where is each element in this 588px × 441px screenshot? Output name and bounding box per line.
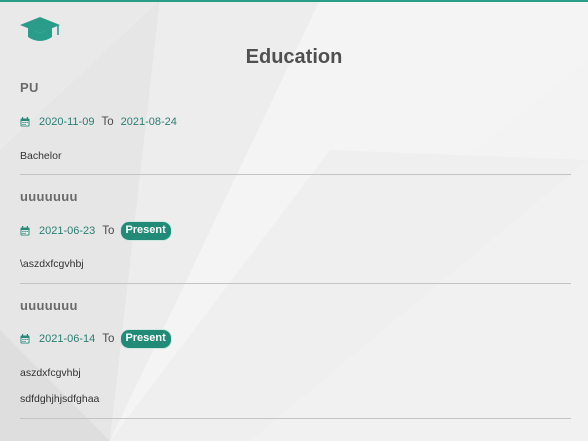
calendar-icon <box>20 117 30 127</box>
to-label: To <box>102 333 115 345</box>
institution-name: uuuuuuu <box>20 298 78 313</box>
top-accent-rule <box>0 0 588 2</box>
graduation-cap-icon <box>20 17 60 41</box>
start-date: 2021-06-23 <box>39 225 96 237</box>
date-range: 2021-06-14 To Present <box>20 329 171 349</box>
end-date: 2021-08-24 <box>120 116 177 128</box>
calendar-icon <box>20 226 30 236</box>
present-badge: Present <box>121 222 171 240</box>
description-text: aszdxfcgvhbj <box>20 367 81 379</box>
entry-divider <box>20 418 571 419</box>
start-date: 2020-11-09 <box>39 116 95 128</box>
entry-divider <box>20 174 571 175</box>
to-label: To <box>101 116 114 128</box>
calendar-icon <box>20 334 30 344</box>
degree-text: Bachelor <box>20 150 62 162</box>
description-text: \aszdxfcgvhbj <box>20 258 84 270</box>
date-range: 2021-06-23 To Present <box>20 221 171 241</box>
description-text: sdfdghjhjsdfghaa <box>20 393 100 405</box>
date-range: 2020-11-09 To 2021-08-24 <box>20 112 177 132</box>
entry-divider <box>20 283 571 284</box>
institution-name: uuuuuuu <box>20 189 78 204</box>
start-date: 2021-06-14 <box>39 333 96 345</box>
present-badge: Present <box>121 330 171 348</box>
page-title: Education <box>245 46 343 68</box>
to-label: To <box>102 225 115 237</box>
institution-name: PU <box>20 80 39 95</box>
